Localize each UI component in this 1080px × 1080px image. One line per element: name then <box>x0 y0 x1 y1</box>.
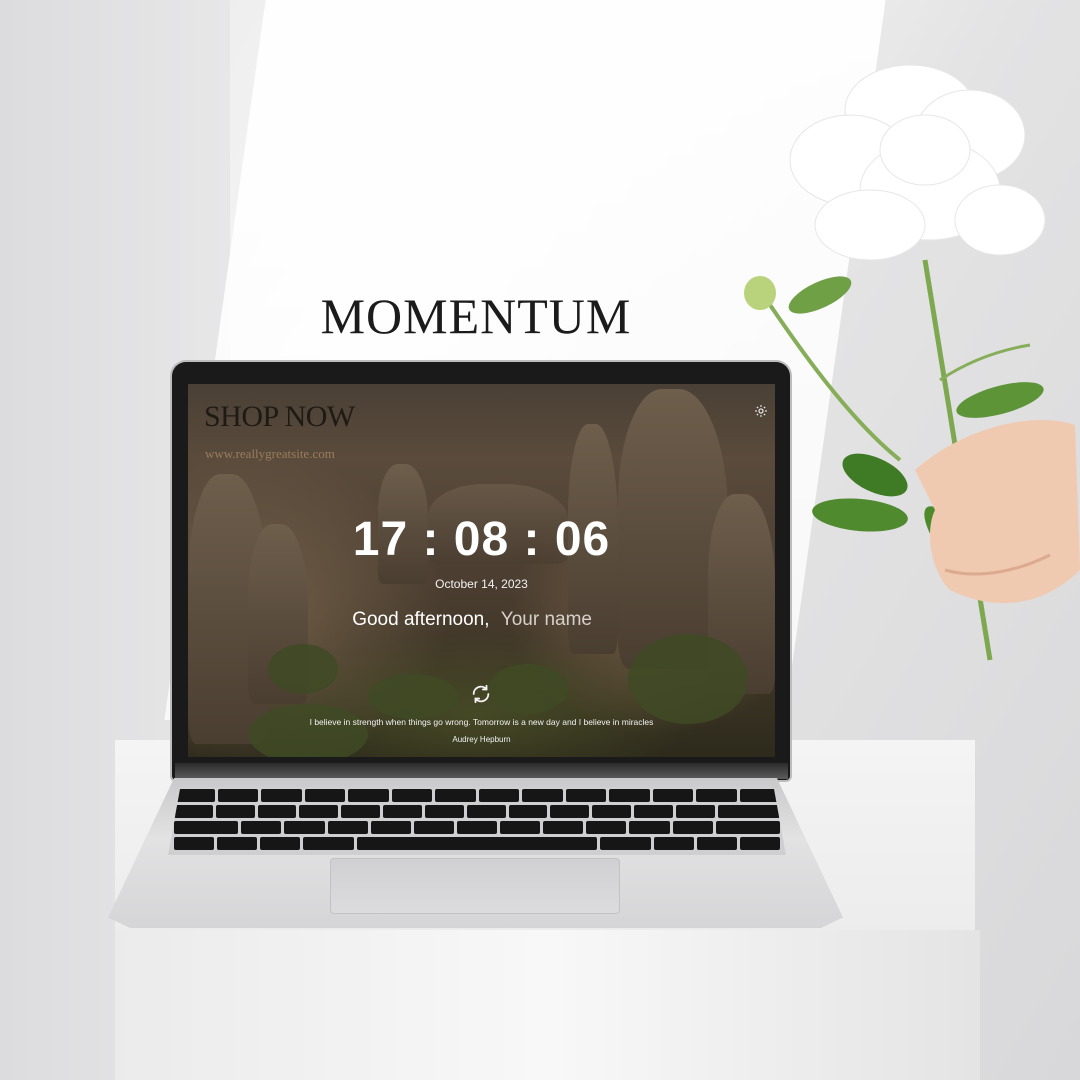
key-row <box>168 789 786 802</box>
shop-title: SHOP NOW <box>204 400 355 433</box>
shrub <box>368 674 458 719</box>
shrub <box>488 664 568 714</box>
clock-display: 17 : 08 : 06 <box>352 513 611 566</box>
name-input[interactable] <box>500 609 611 631</box>
greeting-row: Good afternoon, <box>188 609 775 631</box>
key-row <box>168 805 786 818</box>
greeting-text: Good afternoon, <box>352 609 490 630</box>
keyboard <box>168 787 786 855</box>
shrub <box>248 704 368 757</box>
shop-url: www.reallygreatsite.com <box>205 446 335 461</box>
key-row <box>168 837 786 850</box>
laptop-screen: SHOP NOW www.reallygreatsite.com 17 : 08… <box>188 384 775 757</box>
pedestal-front <box>115 930 980 1080</box>
laptop-hinge <box>175 763 788 779</box>
gear-icon[interactable] <box>754 404 768 418</box>
trackpad <box>330 858 620 914</box>
shrub <box>628 634 748 724</box>
key-row <box>168 821 786 834</box>
quote-text: I believe in strength when things go wro… <box>309 717 654 727</box>
date-display: October 14, 2023 <box>435 577 528 591</box>
shrub <box>268 644 338 694</box>
refresh-icon[interactable] <box>470 683 492 705</box>
quote-author: Audrey Hepburn <box>452 735 511 744</box>
